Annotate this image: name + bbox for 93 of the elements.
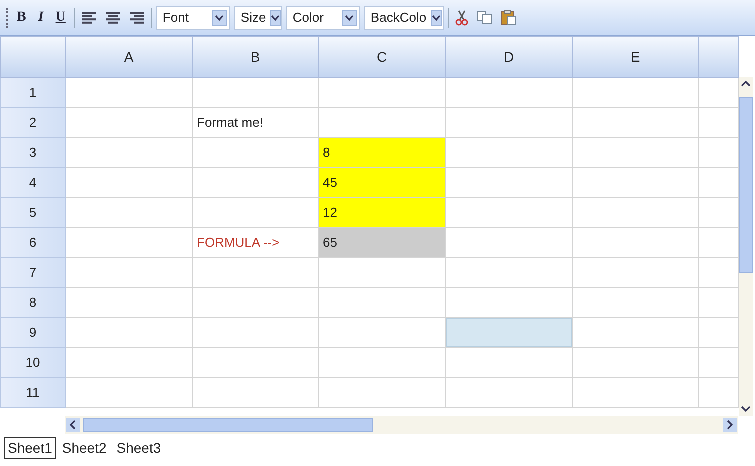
- bold-button[interactable]: B: [13, 8, 30, 28]
- table-cell[interactable]: 65: [318, 228, 446, 258]
- table-cell[interactable]: [66, 108, 192, 138]
- dropdown[interactable]: Color: [286, 6, 360, 30]
- row-header[interactable]: 2: [0, 108, 66, 138]
- column-header[interactable]: E: [572, 36, 698, 78]
- table-cell[interactable]: [318, 318, 446, 348]
- table-cell[interactable]: [66, 318, 192, 348]
- vertical-scrollbar[interactable]: [739, 77, 753, 416]
- table-cell[interactable]: [446, 168, 572, 198]
- table-cell[interactable]: [318, 78, 446, 108]
- row-header[interactable]: 10: [0, 348, 66, 378]
- table-cell[interactable]: [572, 138, 698, 168]
- chevron-down-icon: [432, 14, 441, 20]
- table-cell[interactable]: [192, 78, 318, 108]
- table-cell[interactable]: [446, 138, 572, 168]
- column-header[interactable]: C: [318, 36, 446, 78]
- sheet-tab[interactable]: Sheet1: [4, 437, 56, 459]
- row-header[interactable]: 8: [0, 288, 66, 318]
- table-cell[interactable]: [572, 348, 698, 378]
- table-cell[interactable]: [66, 378, 192, 408]
- table-cell[interactable]: [318, 258, 446, 288]
- table-cell[interactable]: [192, 168, 318, 198]
- align-left-icon[interactable]: [80, 10, 97, 24]
- table-cell[interactable]: [572, 228, 698, 258]
- row-header[interactable]: 9: [0, 318, 66, 348]
- table-cell[interactable]: [572, 288, 698, 318]
- align-right-icon[interactable]: [128, 10, 145, 24]
- chevron-left-icon[interactable]: [65, 417, 81, 433]
- copy-icon[interactable]: [476, 10, 493, 24]
- row-header[interactable]: 1: [0, 78, 66, 108]
- table-cell[interactable]: [572, 198, 698, 228]
- table-cell[interactable]: [446, 198, 572, 228]
- dropdown[interactable]: BackColo: [364, 6, 444, 30]
- table-cell[interactable]: [66, 258, 192, 288]
- table-cell[interactable]: [192, 378, 318, 408]
- chevron-right-icon[interactable]: [722, 417, 738, 433]
- italic-button[interactable]: I: [34, 8, 48, 28]
- dropdown[interactable]: Font: [156, 6, 230, 30]
- table-cell[interactable]: [66, 138, 192, 168]
- sheet-tab[interactable]: Sheet3: [112, 437, 166, 459]
- align-center-icon[interactable]: [104, 10, 121, 24]
- chevron-down-icon: [271, 14, 280, 20]
- table-cell[interactable]: [572, 378, 698, 408]
- table-cell[interactable]: [192, 138, 318, 168]
- table-cell[interactable]: [446, 228, 572, 258]
- sheet-tab[interactable]: Sheet2: [58, 437, 111, 459]
- column-header[interactable]: A: [66, 36, 192, 78]
- row-header[interactable]: 7: [0, 258, 66, 288]
- table-cell[interactable]: [192, 318, 318, 348]
- table-cell[interactable]: [572, 168, 698, 198]
- row-header[interactable]: 6: [0, 228, 66, 258]
- row-header[interactable]: 4: [0, 168, 66, 198]
- row-header[interactable]: 3: [0, 138, 66, 168]
- table-cell[interactable]: 45: [318, 168, 446, 198]
- table-cell[interactable]: [446, 348, 572, 378]
- table-cell[interactable]: [66, 228, 192, 258]
- table-cell[interactable]: [192, 198, 318, 228]
- paste-icon[interactable]: [500, 10, 517, 26]
- table-cell[interactable]: [192, 258, 318, 288]
- table-cell[interactable]: [446, 258, 572, 288]
- table-cell[interactable]: [318, 348, 446, 378]
- table-cell[interactable]: [446, 318, 572, 348]
- underline-button[interactable]: U: [52, 8, 70, 28]
- table-cell[interactable]: [318, 288, 446, 318]
- table-cell[interactable]: [446, 78, 572, 108]
- table-cell[interactable]: [192, 288, 318, 318]
- dropdown[interactable]: Size: [234, 6, 282, 30]
- table-cell[interactable]: [192, 348, 318, 378]
- table-cell[interactable]: [66, 78, 192, 108]
- chevron-down-icon: [344, 14, 354, 20]
- table-cell[interactable]: [66, 168, 192, 198]
- table-cell[interactable]: [66, 198, 192, 228]
- table-cell[interactable]: [572, 78, 698, 108]
- table-cell[interactable]: [66, 288, 192, 318]
- table-cell[interactable]: [318, 378, 446, 408]
- table-cell[interactable]: [446, 378, 572, 408]
- row-header[interactable]: 5: [0, 198, 66, 228]
- horizontal-scrollbar[interactable]: [65, 416, 738, 434]
- chevron-down-icon: [214, 14, 224, 20]
- table-cell[interactable]: 12: [318, 198, 446, 228]
- table-cell[interactable]: FORMULA -->: [192, 228, 318, 258]
- table-cell[interactable]: Format me!: [192, 108, 318, 138]
- table-cell[interactable]: [446, 108, 572, 138]
- table-cell[interactable]: [572, 318, 698, 348]
- table-cell[interactable]: [572, 108, 698, 138]
- column-header[interactable]: B: [192, 36, 318, 78]
- table-cell[interactable]: [572, 258, 698, 288]
- row-header[interactable]: 11: [0, 378, 66, 408]
- table-cell[interactable]: 8: [318, 138, 446, 168]
- column-header[interactable]: D: [446, 36, 572, 78]
- scissors-icon[interactable]: [454, 10, 469, 26]
- table-cell[interactable]: [66, 348, 192, 378]
